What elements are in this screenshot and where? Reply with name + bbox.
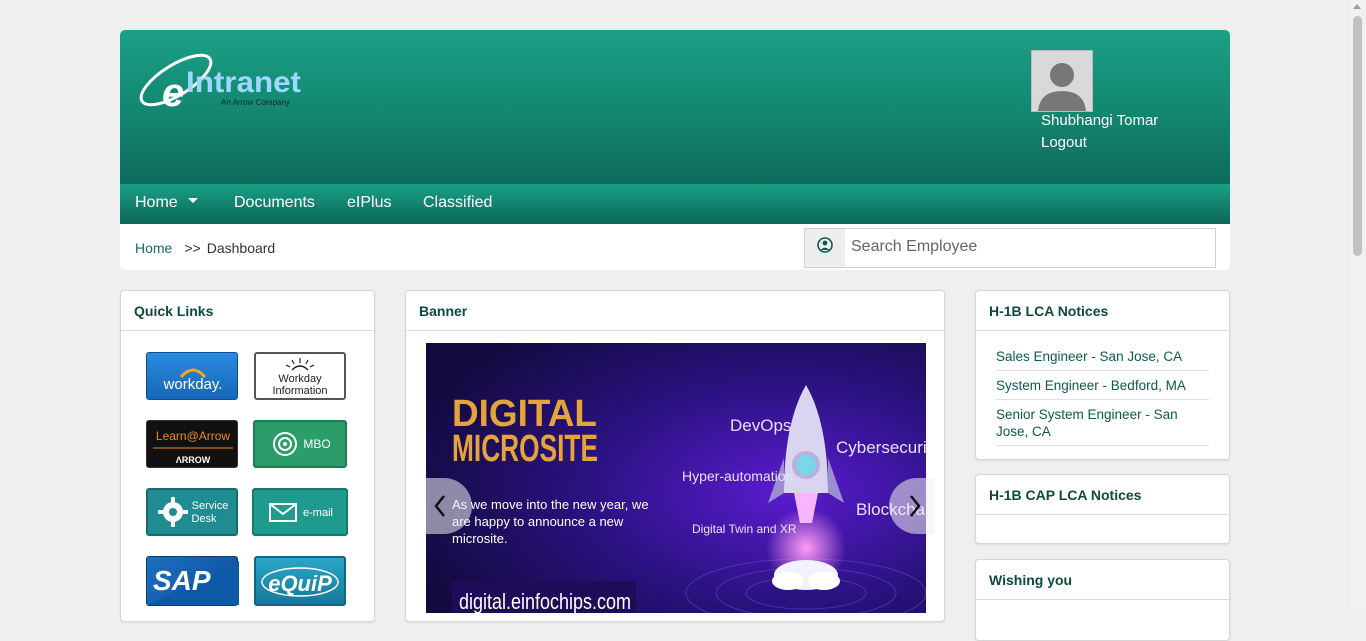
workday-logo-icon: workday. <box>163 368 223 393</box>
header-banner: e Intranet An Arrow Company Shubhangi To… <box>120 30 1230 184</box>
search-employee-input[interactable] <box>847 229 1215 265</box>
header-card: e Intranet An Arrow Company Shubhangi To… <box>120 30 1230 270</box>
service-desk-gear-icon: Service Desk <box>158 497 229 527</box>
main-nav: Home Documents eIPlus Classified <box>120 184 1230 224</box>
workday-label: workday. <box>163 376 223 393</box>
slide-body-line2: are happy to announce a new <box>452 514 624 529</box>
mbo-label: MBO <box>303 437 330 451</box>
h1b-lca-title: H-1B LCA Notices <box>976 291 1229 331</box>
e-mail-envelope-icon: e-mail <box>269 503 333 522</box>
learn-at-arrow-tile[interactable]: Learn@Arrow ΛRROW <box>146 420 238 468</box>
svg-text:An Arrow Company: An Arrow Company <box>221 98 290 107</box>
eintranet-logo[interactable]: e Intranet An Arrow Company <box>138 48 308 115</box>
quick-links-panel: Quick Links workday. Workday Information… <box>120 290 375 622</box>
slide-tag-digital-twin: Digital Twin and XR <box>692 522 797 536</box>
service-desk-line2: Desk <box>191 513 217 525</box>
breadcrumb: Home >> Dashboard <box>135 240 275 256</box>
h1b-cap-lca-panel: H-1B CAP LCA Notices <box>975 474 1230 544</box>
logout-link[interactable]: Logout <box>1041 134 1087 151</box>
h1b-lca-item[interactable]: Senior System Engineer - San Jose, CA <box>996 400 1209 446</box>
sap-label: SAP <box>153 565 211 596</box>
banner-panel: Banner DIGITAL MICROSITE As we move into… <box>405 290 945 622</box>
digital-microsite-slide: DIGITAL MICROSITE As we move into the ne… <box>426 343 926 613</box>
breadcrumb-separator: >> <box>184 240 201 256</box>
chevron-right-icon <box>910 495 921 517</box>
workday-info-logo-icon: Workday Information <box>272 358 328 397</box>
nav-item-eiplus[interactable]: eIPlus <box>347 194 391 212</box>
employee-icon <box>805 229 845 267</box>
workday-tile[interactable]: workday. <box>146 352 238 400</box>
slide-body-line1: As we move into the new year, we <box>452 497 649 512</box>
quick-links-title: Quick Links <box>121 291 374 331</box>
chevron-left-icon <box>434 495 445 517</box>
h1b-lca-panel: H-1B LCA Notices Sales Engineer - San Jo… <box>975 290 1230 460</box>
h1b-lca-list: Sales Engineer - San Jose, CA System Eng… <box>976 342 1229 446</box>
nav-item-documents[interactable]: Documents <box>234 194 315 212</box>
equip-label: eQuiP <box>268 571 332 596</box>
slide-heading-line2: MICROSITE <box>452 428 598 470</box>
carousel-next-button[interactable] <box>889 478 935 534</box>
scrollbar-thumb[interactable] <box>1353 16 1362 256</box>
workday-information-tile[interactable]: Workday Information <box>254 352 346 400</box>
carousel-prev-button[interactable] <box>426 478 472 534</box>
slide-url: digital.einfochips.com <box>459 589 631 613</box>
equip-tile[interactable]: eQuiP <box>254 556 346 606</box>
banner-title: Banner <box>406 291 944 331</box>
search-employee <box>804 228 1216 268</box>
wishing-you-title: Wishing you <box>976 560 1229 600</box>
user-name: Shubhangi Tomar <box>1041 112 1159 129</box>
e-mail-label: e-mail <box>303 507 333 519</box>
h1b-lca-item[interactable]: Sales Engineer - San Jose, CA <box>996 342 1209 371</box>
equip-logo-icon: eQuiP <box>261 567 339 597</box>
service-desk-tile[interactable]: Service Desk <box>146 488 238 536</box>
h1b-cap-lca-title: H-1B CAP LCA Notices <box>976 475 1229 515</box>
learn-at-arrow-logo-icon: Learn@Arrow ΛRROW <box>153 429 233 465</box>
nav-item-label: Home <box>135 194 178 211</box>
learn-at-arrow-line1: Learn@Arrow <box>156 429 231 443</box>
page-scrollbar[interactable] <box>1349 0 1366 613</box>
user-silhouette-icon <box>1032 51 1092 111</box>
h1b-lca-item[interactable]: System Engineer - Bedford, MA <box>996 371 1209 400</box>
nav-item-classified[interactable]: Classified <box>423 194 492 212</box>
eintranet-logo-icon: e Intranet An Arrow Company <box>139 53 301 115</box>
slide-tag-devops: DevOps <box>730 416 791 435</box>
slide-tag-cybersecurity: Cybersecurity <box>836 438 926 457</box>
sap-logo-icon: SAP <box>147 561 239 605</box>
mbo-target-icon: MBO <box>273 432 331 456</box>
breadcrumb-home[interactable]: Home <box>135 240 172 256</box>
wishing-you-panel: Wishing you <box>975 559 1230 641</box>
nav-item-home[interactable]: Home <box>135 194 198 212</box>
svg-text:Intranet: Intranet <box>186 66 301 99</box>
workday-info-line2: Information <box>272 385 327 397</box>
banner-slide[interactable]: DIGITAL MICROSITE As we move into the ne… <box>426 343 926 613</box>
svg-text:e: e <box>162 71 184 112</box>
caret-down-icon <box>187 198 198 204</box>
breadcrumb-current: Dashboard <box>206 240 276 256</box>
user-avatar[interactable] <box>1031 50 1093 112</box>
scroll-up-arrow-icon[interactable] <box>1353 4 1361 9</box>
sap-tile[interactable]: SAP <box>146 556 239 606</box>
learn-at-arrow-line2: ΛRROW <box>176 455 211 465</box>
service-desk-line1: Service <box>192 500 229 512</box>
workday-info-line1: Workday <box>278 373 322 385</box>
mbo-tile[interactable]: MBO <box>253 420 347 468</box>
e-mail-tile[interactable]: e-mail <box>252 488 348 536</box>
slide-tag-hyper-automation: Hyper-automation <box>682 468 793 484</box>
